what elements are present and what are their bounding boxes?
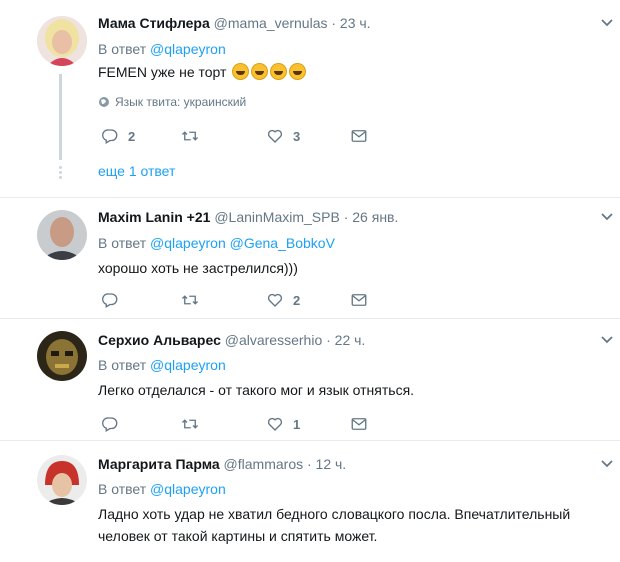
tweet-actions: 2 3 [98, 126, 398, 146]
tweet-text: хорошо хоть не застрелился))) [98, 260, 298, 276]
globe-icon [99, 97, 109, 107]
chevron-down-icon[interactable] [600, 335, 614, 345]
reply-to-link[interactable]: @qlapeyron [150, 235, 226, 251]
reply-prefix: В ответ [98, 41, 147, 57]
tweet-header: Маргарита Парма @flammaros · 12 ч. [98, 455, 346, 473]
tweet-language: Язык твита: украинский [98, 94, 246, 110]
dm-icon [351, 418, 367, 430]
show-more-replies-link[interactable]: еще 1 ответ [98, 163, 175, 179]
tweet-header: Серхио Альварес @alvaresserhio · 22 ч. [98, 331, 365, 349]
rolling-on-floor-laughing-emoji [232, 63, 250, 80]
thread-dot [59, 166, 62, 169]
like-count: 3 [293, 128, 301, 144]
thread-line [59, 74, 62, 160]
rolling-on-floor-laughing-emoji [251, 63, 269, 80]
reply-count: 2 [128, 128, 136, 144]
retweet-icon [182, 131, 198, 141]
like-count: 1 [293, 416, 301, 432]
reply-icon [101, 417, 118, 432]
rolling-on-floor-laughing-emoji [289, 63, 307, 80]
avatar[interactable] [37, 331, 87, 381]
tweet-header: Maxim Lanin +21 @LaninMaxim_SPB · 26 янв… [98, 208, 398, 226]
like-button[interactable]: 3 [266, 126, 300, 146]
reply-button[interactable] [101, 290, 128, 310]
tweet-4: Маргарита Парма @flammaros · 12 ч. В отв… [0, 441, 620, 562]
tweet-actions: 1 [98, 414, 398, 434]
display-name[interactable]: Маргарита Парма [98, 456, 220, 472]
thread-dot [59, 171, 62, 174]
dm-icon [351, 294, 367, 306]
handle[interactable]: @alvaresserhio [225, 332, 322, 348]
handle[interactable]: @LaninMaxim_SPB [214, 209, 340, 225]
display-name[interactable]: Maxim Lanin +21 [98, 209, 210, 225]
like-icon [267, 417, 283, 431]
reply-to-link[interactable]: @Gena_BobkoV [230, 235, 335, 251]
like-icon [267, 293, 283, 307]
reply-prefix: В ответ [98, 357, 147, 373]
reply-context: В ответ @qlapeyron [98, 40, 226, 58]
reply-context: В ответ @qlapeyron [98, 480, 226, 498]
handle[interactable]: @flammaros [224, 456, 304, 472]
chevron-down-icon[interactable] [600, 18, 614, 28]
retweet-button[interactable] [181, 414, 208, 434]
like-count: 2 [293, 292, 301, 308]
reply-prefix: В ответ [98, 235, 147, 251]
like-icon [267, 129, 283, 143]
display-name[interactable]: Мама Стифлера [98, 15, 210, 31]
reply-icon [101, 293, 118, 308]
direct-message-button[interactable] [350, 290, 368, 310]
like-button[interactable]: 2 [266, 290, 300, 310]
dm-icon [351, 130, 367, 142]
retweet-button[interactable] [181, 126, 208, 146]
reply-to-link[interactable]: @qlapeyron [150, 481, 226, 497]
chevron-down-icon[interactable] [600, 212, 614, 222]
display-name[interactable]: Серхио Альварес [98, 332, 221, 348]
tweet-text: FEMEN уже не торт [98, 61, 598, 83]
tweet-text: Легко отделался - от такого мог и язык о… [98, 382, 415, 398]
tweet-3: Серхио Альварес @alvaresserhio · 22 ч. В… [0, 319, 620, 441]
tweet-2: Maxim Lanin +21 @LaninMaxim_SPB · 26 янв… [0, 198, 620, 319]
tweet-1: Мама Стифлера @mama_vernulas · 23 ч. В о… [0, 0, 620, 198]
direct-message-button[interactable] [350, 126, 368, 146]
handle[interactable]: @mama_vernulas [214, 15, 328, 31]
retweet-icon [182, 295, 198, 305]
avatar[interactable] [37, 455, 87, 505]
tweet-text: Ладно хоть удар не хватил бедного словац… [98, 506, 571, 544]
chevron-down-icon[interactable] [600, 459, 614, 469]
reply-icon [101, 129, 118, 144]
retweet-button[interactable] [181, 290, 208, 310]
timestamp[interactable]: · 26 янв. [344, 209, 399, 225]
direct-message-button[interactable] [350, 414, 368, 434]
reply-prefix: В ответ [98, 481, 147, 497]
reply-to-link[interactable]: @qlapeyron [150, 357, 226, 373]
reply-context: В ответ @qlapeyron @Gena_BobkoV [98, 234, 335, 252]
thread-dot [59, 176, 62, 179]
timestamp[interactable]: · 12 ч. [307, 456, 346, 472]
avatar[interactable] [37, 16, 87, 66]
reply-button[interactable] [101, 414, 128, 434]
rolling-on-floor-laughing-emoji [270, 63, 288, 80]
timestamp[interactable]: · 22 ч. [326, 332, 365, 348]
reply-to-link[interactable]: @qlapeyron [150, 41, 226, 57]
like-button[interactable]: 1 [266, 414, 300, 434]
avatar[interactable] [37, 210, 87, 260]
retweet-icon [182, 419, 198, 429]
tweet-actions: 2 [98, 290, 398, 310]
reply-context: В ответ @qlapeyron [98, 356, 226, 374]
tweet-header: Мама Стифлера @mama_vernulas · 23 ч. [98, 14, 371, 32]
reply-button[interactable]: 2 [101, 126, 135, 146]
timestamp[interactable]: · 23 ч. [331, 15, 370, 31]
